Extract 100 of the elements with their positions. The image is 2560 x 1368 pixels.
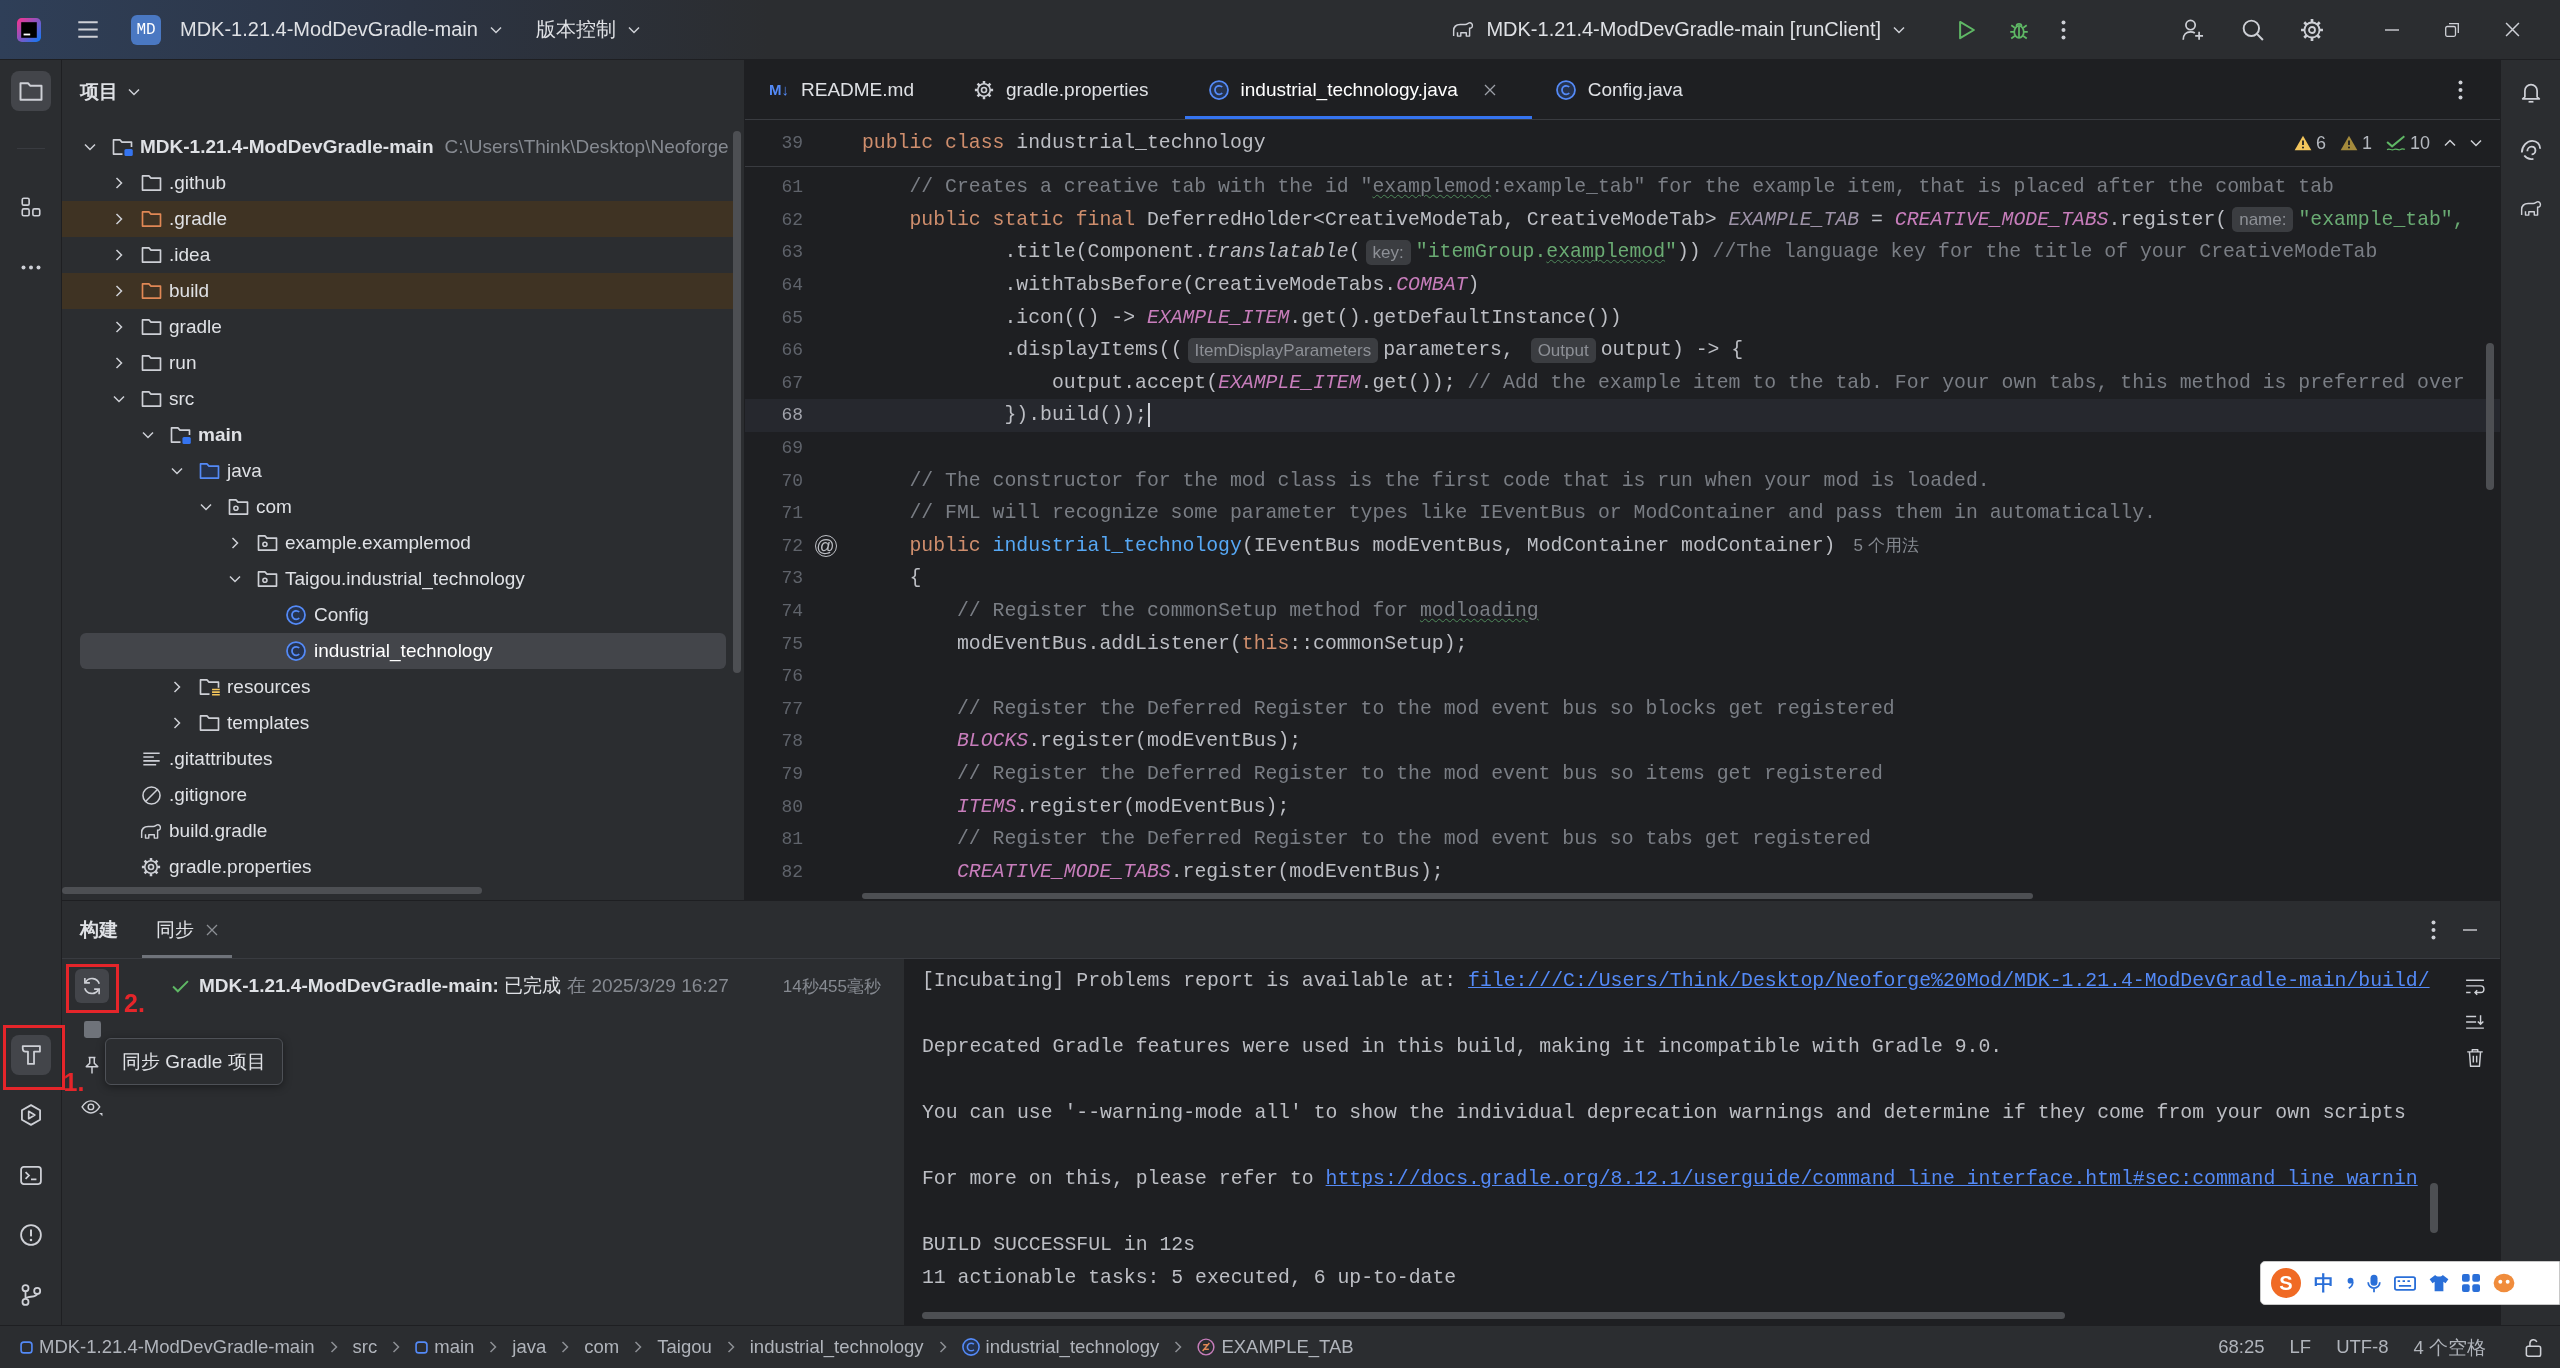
inspection-counter[interactable]: 10 — [2385, 132, 2430, 154]
tree-item[interactable]: .github — [169, 172, 227, 194]
line-number: 81 — [780, 829, 803, 850]
inspection-counter[interactable]: 1 — [2339, 132, 2372, 154]
breadcrumb[interactable]: EXAMPLE_TAB — [1197, 1336, 1354, 1358]
chevron-down-icon[interactable] — [113, 395, 125, 403]
toolbar-button[interactable] — [84, 1056, 100, 1075]
editor-tab[interactable]: M↓ README.md — [745, 60, 950, 119]
tree-item[interactable]: .gitignore — [169, 784, 248, 806]
options-button[interactable] — [2431, 919, 2436, 940]
scrollbar[interactable] — [922, 1312, 2065, 1319]
keyboard-icon[interactable] — [2394, 1275, 2416, 1291]
tree-item[interactable]: .gradle — [169, 208, 228, 230]
punctuation-icon[interactable] — [2347, 1277, 2354, 1289]
scrollbar[interactable] — [862, 893, 2033, 899]
breadcrumb[interactable]: java — [512, 1336, 547, 1358]
tree-item[interactable]: gradle — [169, 316, 222, 338]
caret-position[interactable]: 68:25 — [2218, 1336, 2265, 1358]
chevron-down-icon[interactable] — [171, 467, 183, 475]
chevron-down-icon[interactable] — [229, 575, 241, 583]
chevron-right-icon[interactable] — [115, 357, 123, 369]
tree-item[interactable]: Config — [314, 604, 369, 626]
project-view-selector[interactable]: 项目 — [80, 79, 140, 105]
chevron-right-icon[interactable] — [173, 681, 181, 693]
project-selector[interactable]: MD MDK-1.21.4-ModDevGradle-main — [131, 14, 502, 45]
close-icon[interactable] — [1483, 83, 1496, 96]
scrollbar[interactable] — [2430, 1183, 2438, 1233]
chevron-down-icon[interactable] — [142, 431, 154, 439]
vcs-menu[interactable]: 版本控制 — [535, 16, 640, 43]
scrollbar[interactable] — [733, 131, 741, 673]
tree-item[interactable]: main — [198, 424, 243, 446]
toolbar-button[interactable] — [81, 1099, 103, 1117]
panel-tab[interactable]: 同步 — [142, 901, 232, 958]
read-only-toggle[interactable] — [2525, 1337, 2542, 1357]
scrollbar[interactable] — [62, 887, 482, 894]
chevron-up-icon[interactable] — [2444, 139, 2456, 147]
breadcrumb[interactable]: Taigou — [657, 1336, 712, 1358]
tree-item[interactable]: .gitattributes — [169, 748, 273, 770]
tree-item[interactable]: src — [169, 388, 195, 410]
toolbar-button[interactable] — [75, 969, 109, 1003]
chevron-right-icon[interactable] — [115, 321, 123, 333]
tree-item[interactable]: industrial_technology — [314, 640, 493, 662]
tree-item[interactable]: example.examplemod — [285, 532, 471, 554]
editor-tab[interactable]: industrial_technology.java — [1184, 60, 1532, 119]
breadcrumb[interactable]: MDK-1.21.4-ModDevGradle-main — [20, 1336, 315, 1358]
tool-window-button[interactable] — [10, 71, 51, 111]
chevron-right-icon[interactable] — [115, 249, 123, 261]
shirt-icon[interactable] — [2429, 1274, 2449, 1292]
chevron-down-icon[interactable] — [200, 503, 212, 511]
input-mode[interactable]: 中 — [2314, 1269, 2334, 1297]
scrollbar[interactable] — [2486, 343, 2494, 490]
soft-wrap-button[interactable] — [2465, 978, 2485, 996]
console-line: [Incubating] Problems report is available at: file:///C:/Users/Think/Desktop/Neoforge%20Mod/MDK-1.21.4-ModDevGradle-main/build/ — [922, 970, 2430, 992]
scroll-to-end-button[interactable] — [2465, 1014, 2485, 1030]
class-icon — [1555, 79, 1576, 100]
code-line: BLOCKS.register(modEventBus); — [956, 730, 1302, 753]
file-encoding[interactable]: UTF-8 — [2336, 1336, 2389, 1358]
indent-setting[interactable]: 4 个空格 — [2413, 1334, 2486, 1360]
breadcrumb[interactable]: industrial_technology — [749, 1336, 924, 1358]
line-number: 79 — [780, 764, 803, 784]
chevron-down-icon[interactable] — [84, 143, 96, 151]
tree-item[interactable]: Taigou.industrial_technology — [285, 568, 525, 590]
inspection-counter[interactable]: 6 — [2293, 132, 2326, 154]
chevron-right-icon[interactable] — [231, 537, 239, 549]
chevron-down-icon — [489, 25, 502, 34]
microphone-icon[interactable] — [2367, 1273, 2381, 1293]
breadcrumb[interactable]: src — [352, 1336, 378, 1358]
breadcrumb[interactable]: com — [584, 1336, 620, 1358]
chevron-right-icon[interactable] — [115, 285, 123, 297]
editor-tab[interactable]: Config.java — [1531, 60, 1719, 119]
tree-item[interactable]: MDK-1.21.4-ModDevGradle-main — [140, 136, 434, 158]
tree-item[interactable]: .idea — [169, 244, 211, 266]
tree-item[interactable]: templates — [227, 712, 310, 734]
close-icon[interactable] — [206, 923, 218, 936]
tree-item[interactable]: com — [256, 496, 292, 518]
editor-tab[interactable]: gradle.properties — [949, 60, 1185, 119]
tree-item[interactable]: resources — [227, 676, 311, 698]
chevron-right-icon[interactable] — [115, 177, 123, 189]
link[interactable]: https://docs.gradle.org/8.12.1/userguide/command_line_interface.html#sec:command_line_warnin — [1325, 1168, 2418, 1190]
clear-button[interactable] — [2466, 1048, 2484, 1068]
hide-panel-button[interactable] — [2462, 928, 2478, 931]
breadcrumb[interactable]: industrial_technology — [961, 1336, 1160, 1358]
chevron-right-icon[interactable] — [115, 213, 123, 225]
module-icon — [415, 1340, 429, 1354]
grid-icon[interactable] — [2462, 1274, 2480, 1292]
breadcrumb[interactable]: main — [415, 1336, 475, 1358]
chevron-down-icon[interactable] — [2470, 139, 2482, 147]
line-separator[interactable]: LF — [2289, 1336, 2312, 1358]
run-configuration-selector[interactable]: MDK-1.21.4-ModDevGradle-main [runClient] — [1452, 18, 1905, 41]
tool-window-button[interactable] — [10, 1035, 51, 1075]
tree-item[interactable]: build — [169, 280, 210, 302]
usages-hint[interactable]: 5 个用法 — [1853, 534, 1919, 558]
chevron-right-icon[interactable] — [173, 717, 181, 729]
tree-item[interactable]: build.gradle — [169, 820, 268, 842]
app-logo-icon — [17, 17, 41, 42]
tree-item[interactable]: gradle.properties — [169, 856, 312, 878]
tree-item[interactable]: run — [169, 352, 197, 374]
build-result[interactable]: MDK-1.21.4-ModDevGradle-main: 已完成 — [199, 973, 562, 999]
link[interactable]: file:///C:/Users/Think/Desktop/Neoforge%20Mod/MDK-1.21.4-ModDevGradle-main/build/ — [1468, 970, 2430, 992]
tree-item[interactable]: java — [227, 460, 262, 482]
